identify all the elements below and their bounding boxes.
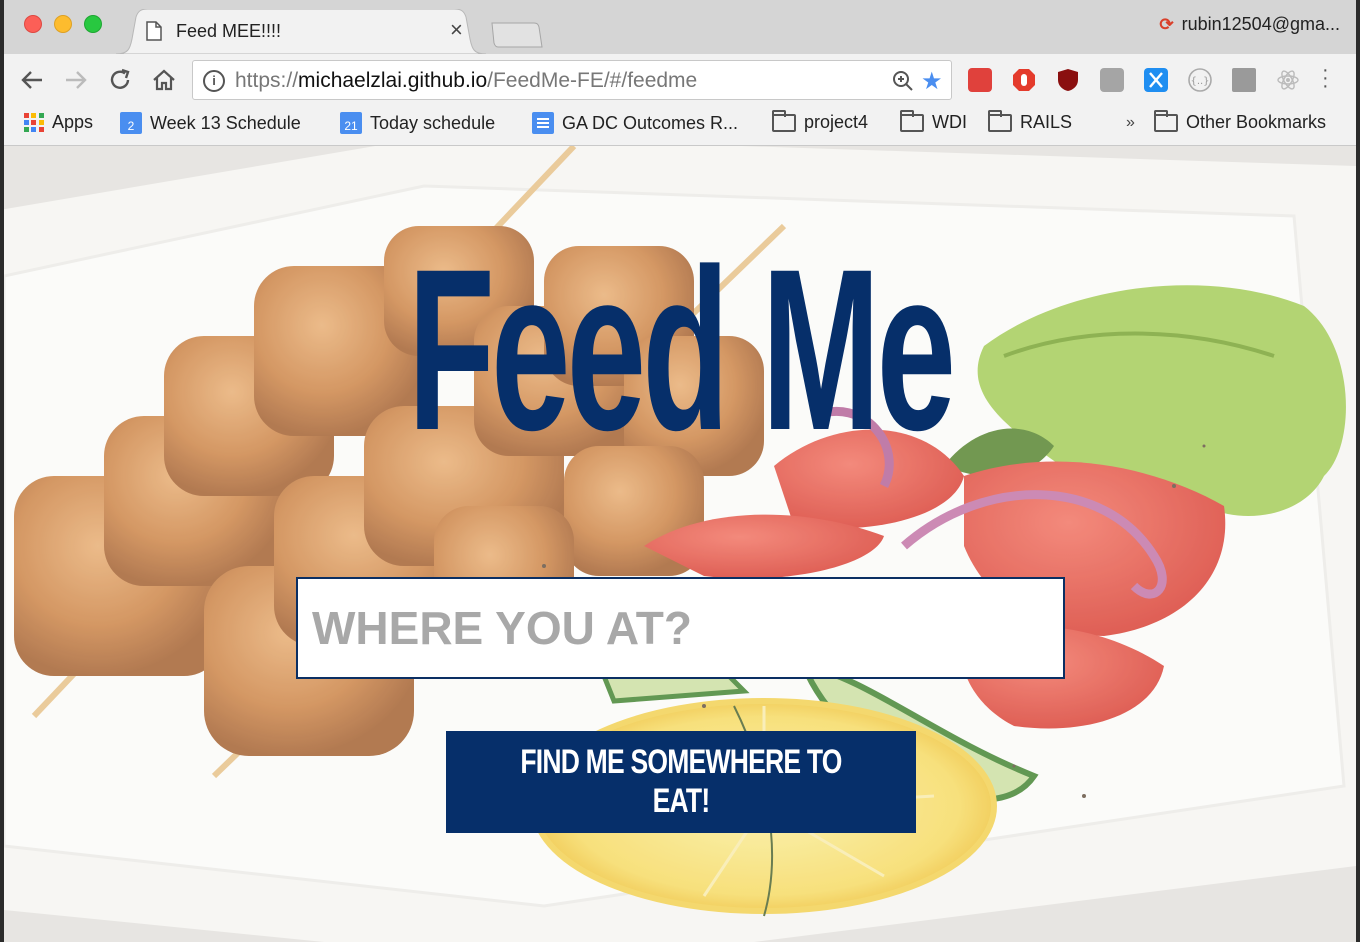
minimize-window-button[interactable]: [54, 15, 72, 33]
bookmark-ga-dc-outcomes[interactable]: GA DC Outcomes R...: [532, 112, 738, 134]
folder-icon: [900, 109, 924, 132]
location-input[interactable]: [298, 579, 1063, 677]
lastpass-extension-icon[interactable]: [968, 68, 992, 92]
sync-error-icon: ⟳: [1159, 14, 1174, 34]
bookmark-folder-rails[interactable]: RAILS: [988, 109, 1072, 133]
svg-text:{..}: {..}: [1190, 76, 1209, 87]
bookmark-folder-wdi[interactable]: WDI: [900, 109, 967, 133]
location-search-field[interactable]: [296, 577, 1065, 679]
bookmarks-bar: Apps 2 Week 13 Schedule 21 Today schedul…: [4, 106, 1356, 146]
bookmark-today-schedule[interactable]: 21 Today schedule: [340, 112, 495, 134]
calendar-icon: 21: [340, 112, 362, 134]
json-extension-icon[interactable]: {..}: [1188, 68, 1212, 92]
bookmark-star-icon[interactable]: ★: [921, 67, 943, 96]
close-window-button[interactable]: [24, 15, 42, 33]
tab-strip: Feed MEE!!!! × ⟳ rubin12504@gma...: [4, 0, 1356, 54]
ublock-extension-icon[interactable]: [1056, 68, 1080, 92]
apps-grid-icon: [24, 112, 44, 133]
find-food-button-label: FIND ME SOMEWHERE TO EAT!: [520, 743, 842, 820]
address-bar[interactable]: i https://michaelzlai.github.io/FeedMe-F…: [192, 60, 952, 100]
bookmark-week13-schedule[interactable]: 2 Week 13 Schedule: [120, 112, 301, 134]
bookmark-folder-project4[interactable]: project4: [772, 109, 868, 133]
chrome-menu-icon[interactable]: · · ·: [1322, 60, 1330, 96]
tab-title: Feed MEE!!!!: [176, 21, 282, 41]
blue-extension-icon[interactable]: [1144, 68, 1168, 92]
page-content: Feed Me FIND ME SOMEWHERE TO EAT!: [4, 146, 1356, 942]
folder-icon: [772, 109, 796, 132]
bookmark-apps[interactable]: Apps: [24, 112, 93, 133]
folder-icon: [1154, 109, 1178, 132]
home-icon[interactable]: [150, 66, 178, 94]
page-title: Feed Me: [407, 221, 956, 478]
zoom-window-button[interactable]: [84, 15, 102, 33]
find-food-button[interactable]: FIND ME SOMEWHERE TO EAT!: [446, 731, 916, 833]
active-tab[interactable]: Feed MEE!!!! ×: [116, 9, 486, 54]
forward-arrow-icon[interactable]: [62, 66, 90, 94]
bookmarks-overflow-icon[interactable]: »: [1126, 114, 1135, 132]
profile-name: rubin12504@gma...: [1181, 14, 1340, 34]
info-icon[interactable]: i: [203, 70, 225, 92]
bookmark-other-bookmarks[interactable]: Other Bookmarks: [1154, 109, 1326, 133]
browser-window: Feed MEE!!!! × ⟳ rubin12504@gma... i htt…: [4, 0, 1356, 942]
new-tab-button[interactable]: [488, 22, 544, 48]
react-devtools-icon[interactable]: [1276, 68, 1300, 92]
url-text: https://michaelzlai.github.io/FeedMe-FE/…: [235, 69, 698, 92]
close-tab-icon[interactable]: ×: [450, 17, 463, 43]
docs-icon: [532, 112, 554, 134]
back-arrow-icon[interactable]: [18, 66, 46, 94]
profile-button[interactable]: ⟳ rubin12504@gma...: [1159, 14, 1340, 35]
page-icon: [146, 21, 162, 41]
grey-extension-icon[interactable]: [1100, 68, 1124, 92]
calendar-icon: 2: [120, 112, 142, 134]
jetbrains-extension-icon[interactable]: [1232, 68, 1256, 92]
adblock-extension-icon[interactable]: [1012, 68, 1036, 92]
folder-icon: [988, 109, 1012, 132]
reload-icon[interactable]: [106, 66, 134, 94]
zoom-icon[interactable]: [891, 69, 915, 93]
browser-toolbar: i https://michaelzlai.github.io/FeedMe-F…: [4, 54, 1356, 106]
